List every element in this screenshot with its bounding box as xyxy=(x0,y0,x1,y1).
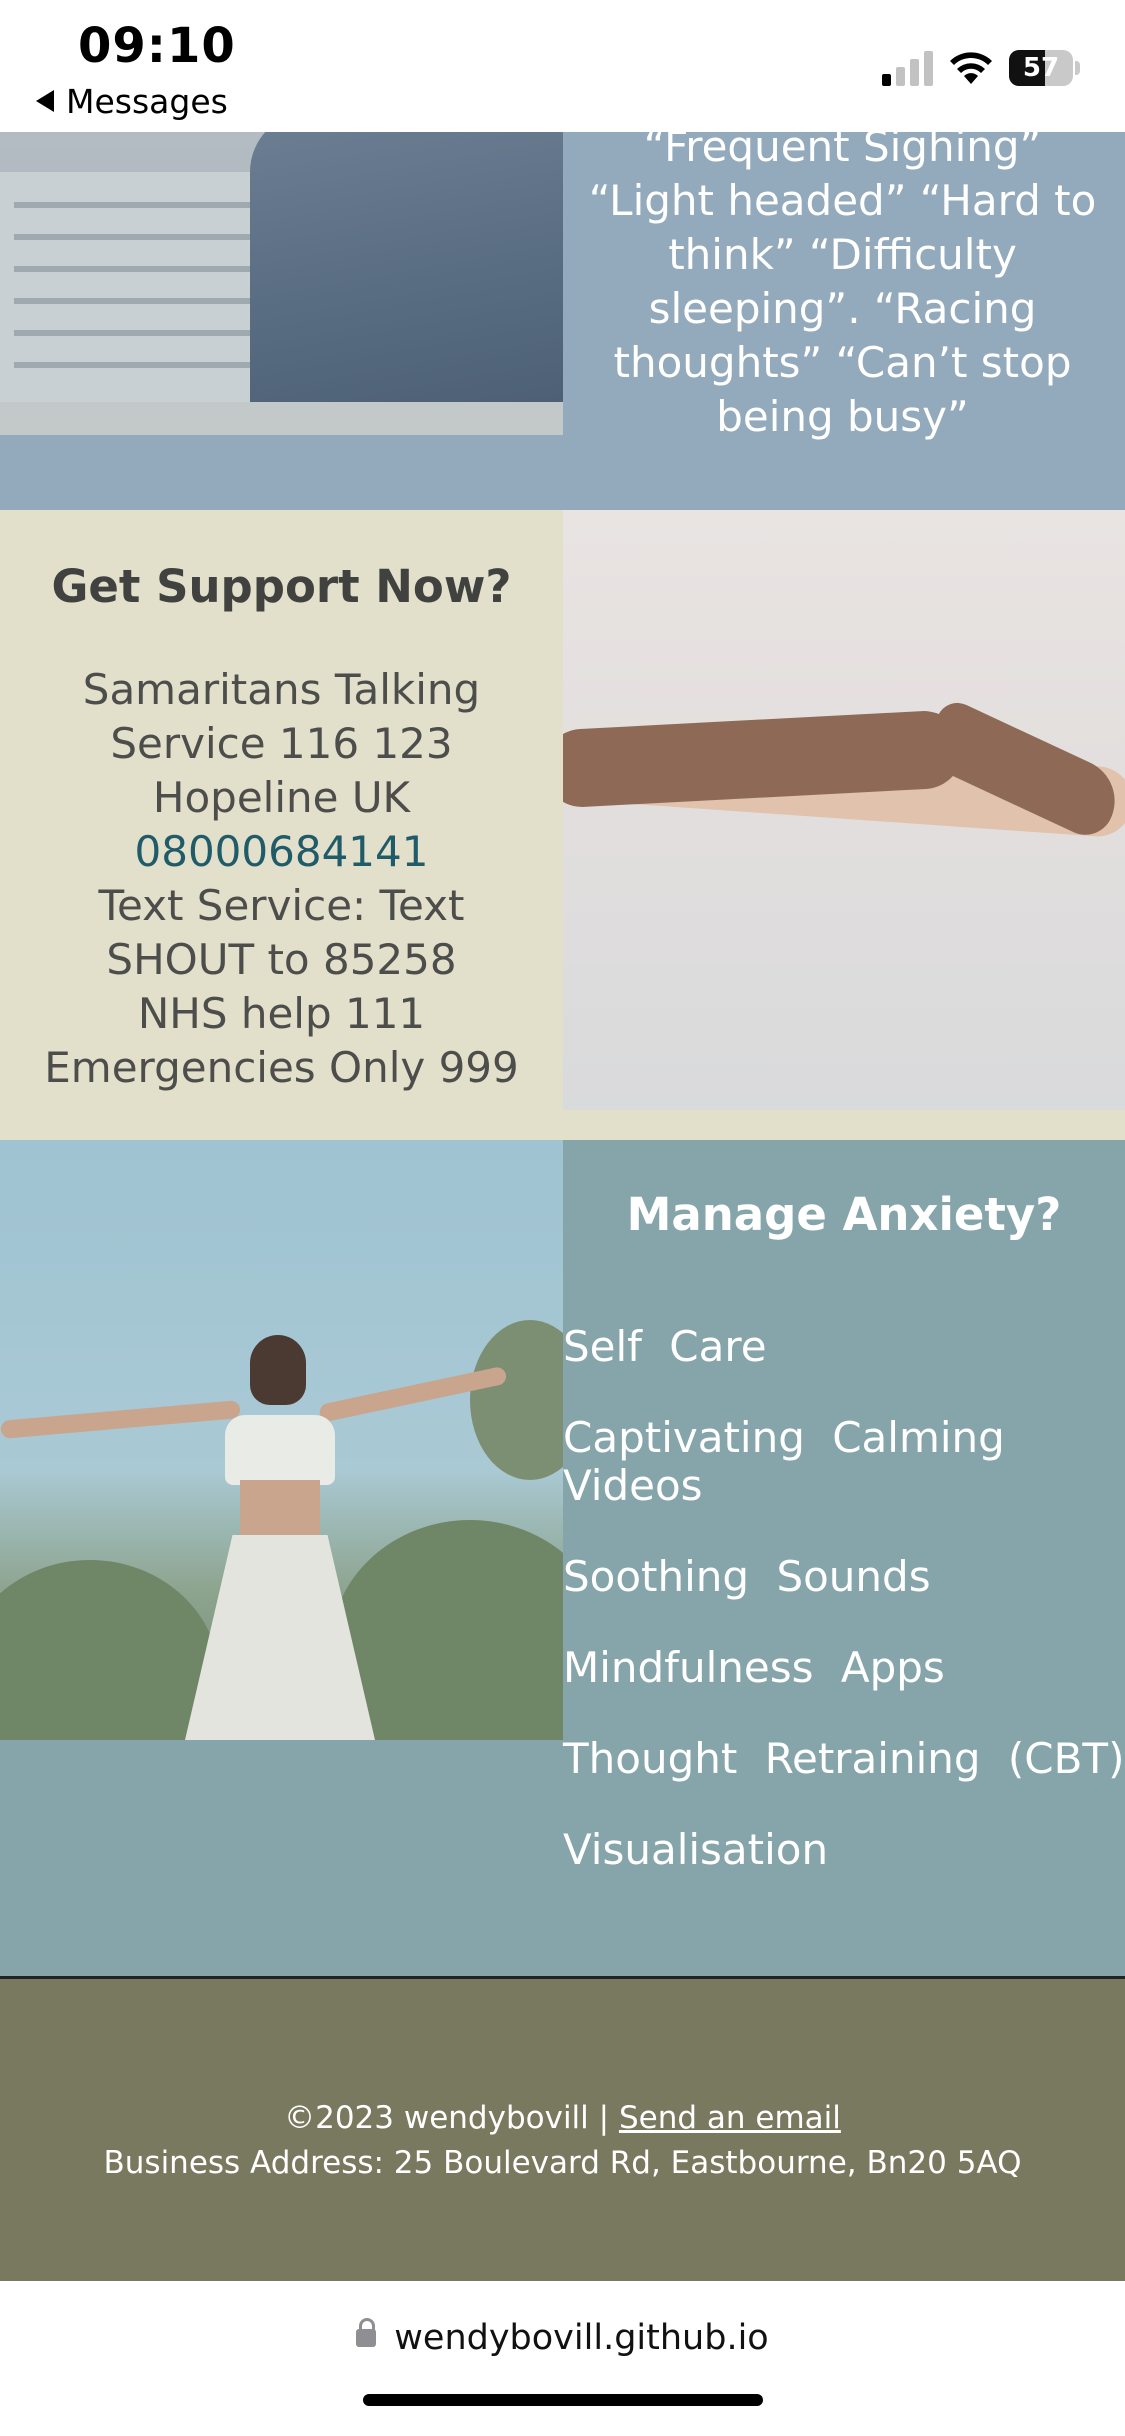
support-section: Get Support Now? Samaritans Talking Serv… xyxy=(0,510,1125,1140)
business-address: Business Address: 25 Boulevard Rd, Eastb… xyxy=(103,2145,1022,2181)
battery-icon: 57 xyxy=(1009,50,1081,88)
copyright-text: ©2023 wendybovill | xyxy=(284,2100,610,2136)
seated-person-shape xyxy=(250,132,563,435)
send-email-link[interactable]: Send an email xyxy=(619,2100,841,2136)
url-text: wendybovill.github.io xyxy=(394,2318,769,2358)
wifi-icon xyxy=(950,52,992,84)
symptoms-section: “Frequent Sighing” “Light headed” “Hard … xyxy=(0,122,1125,510)
manage-anxiety-heading: Manage Anxiety? xyxy=(626,1188,1062,1241)
link-soothing-sounds[interactable]: Soothing Sounds xyxy=(563,1553,1125,1601)
home-indicator[interactable] xyxy=(363,2394,763,2406)
url-display[interactable]: wendybovill.github.io xyxy=(0,2318,1125,2358)
woman-outstretched-arms-image xyxy=(0,1140,563,1740)
samaritans-line: Samaritans Talking Service 116 123 xyxy=(82,665,481,768)
nhs-line: NHS help 111 xyxy=(137,989,426,1038)
link-visualisation[interactable]: Visualisation xyxy=(563,1826,1125,1874)
status-time: 09:10 xyxy=(78,18,236,74)
footer-copyright-line: ©2023 wendybovill | Send an email xyxy=(0,2100,1125,2136)
footer: ©2023 wendybovill | Send an email Busine… xyxy=(0,1979,1125,2281)
support-info-box: Get Support Now? Samaritans Talking Serv… xyxy=(0,510,563,1140)
manage-anxiety-section: Manage Anxiety? Self Care Captivating Ca… xyxy=(0,1140,1125,1980)
text-service-line: Text Service: Text SHOUT to 85258 xyxy=(98,881,465,984)
link-thought-retraining[interactable]: Thought Retraining (CBT) xyxy=(563,1735,1125,1783)
heater-shape xyxy=(0,172,270,412)
link-self-care[interactable]: Self Care xyxy=(563,1323,1125,1371)
signal-icon xyxy=(882,51,933,86)
hopeline-label: Hopeline UK xyxy=(152,773,411,822)
link-calming-videos[interactable]: Captivating Calming Videos xyxy=(563,1414,1125,1510)
hopeline-phone-link[interactable]: 08000684141 xyxy=(0,825,563,879)
back-label: Messages xyxy=(66,82,228,121)
lock-icon xyxy=(356,2318,377,2347)
battery-percent: 57 xyxy=(1022,53,1060,83)
browser-url-bar[interactable]: wendybovill.github.io xyxy=(0,2281,1125,2436)
support-contact-list: Samaritans Talking Service 116 123 Hopel… xyxy=(0,663,563,1095)
emergencies-line: Emergencies Only 999 xyxy=(44,1043,519,1092)
person-by-heater-image xyxy=(0,132,563,435)
back-to-messages-button[interactable]: Messages xyxy=(36,82,228,121)
holding-hands-image xyxy=(563,510,1125,1110)
back-arrow-icon xyxy=(36,89,54,112)
anxiety-links-list: Self Care Captivating Calming Videos Soo… xyxy=(563,1323,1125,1917)
support-heading: Get Support Now? xyxy=(51,560,512,613)
symptoms-quote-text: “Frequent Sighing” “Light headed” “Hard … xyxy=(588,122,1097,441)
link-mindfulness-apps[interactable]: Mindfulness Apps xyxy=(563,1644,1125,1692)
status-bar: 09:10 Messages 57 xyxy=(0,0,1125,132)
